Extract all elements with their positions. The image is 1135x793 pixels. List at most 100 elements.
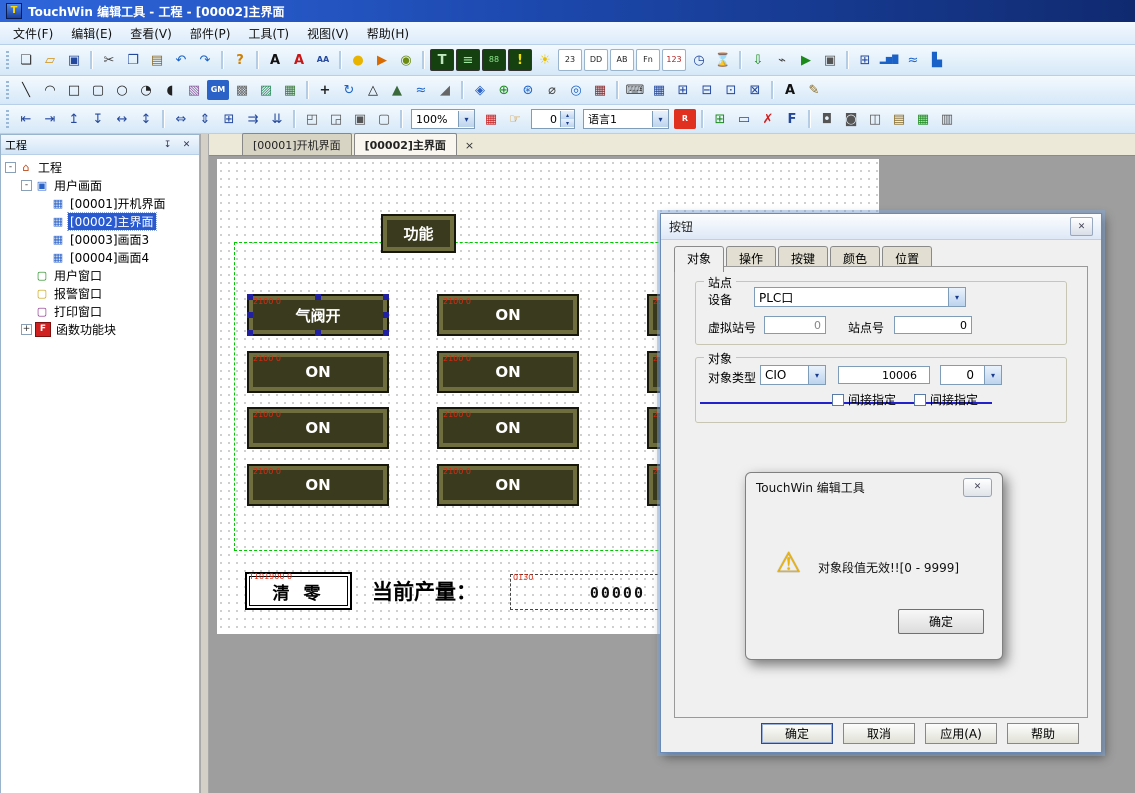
text-color-icon[interactable]: A — [288, 50, 310, 70]
close-icon[interactable]: ✕ — [1070, 217, 1093, 236]
align-left-icon[interactable]: ⇤ — [15, 109, 37, 129]
tree-item-project[interactable]: - ⌂ 工程 — [1, 158, 199, 176]
tree-item-alarm-window[interactable]: ▢ 报警窗口 — [1, 284, 199, 302]
selection-handle[interactable] — [247, 330, 253, 336]
same-width-icon[interactable]: ⇔ — [170, 109, 192, 129]
insert-table-icon[interactable]: ⊞ — [672, 80, 694, 100]
doc-tab-00001[interactable]: [00001]开机界面 — [242, 133, 352, 155]
align-right-icon[interactable]: ⇥ — [39, 109, 61, 129]
digital-display-icon[interactable]: 88 — [482, 49, 506, 71]
checkbox-icon[interactable] — [914, 394, 926, 406]
grid-toggle-icon[interactable]: ▥ — [936, 109, 958, 129]
message-box-title-bar[interactable]: TouchWin 编辑工具 ✕ — [746, 473, 1002, 501]
hand-tool-icon[interactable]: ☞ — [504, 109, 526, 129]
chevron-down-icon[interactable]: ▾ — [984, 366, 1001, 384]
data-grid-icon[interactable]: ▦ — [648, 80, 670, 100]
alarm-display-icon[interactable]: ! — [508, 49, 532, 71]
chevron-down-icon[interactable]: ▾ — [458, 111, 474, 127]
unlock-icon[interactable]: ◙ — [840, 109, 862, 129]
touch-key-icon[interactable]: ▶ — [371, 50, 393, 70]
object-type-select[interactable]: CIO ▾ — [760, 365, 826, 385]
function-key-icon[interactable]: Fn — [636, 49, 660, 71]
grid-color-icon[interactable]: ▦ — [480, 109, 502, 129]
hmi-button-clear[interactable]: T101900 0 清 零 — [245, 572, 352, 610]
dialog-ok-button[interactable]: 确定 — [761, 723, 833, 744]
menu-window[interactable]: 视图(V) — [298, 22, 358, 45]
gm-button-icon[interactable]: GM — [207, 80, 229, 100]
menu-view[interactable]: 查看(V) — [121, 22, 181, 45]
tree-item-screen-00003[interactable]: ▦ [00003]画面3 — [1, 230, 199, 248]
save-picture-icon[interactable]: ▤ — [888, 109, 910, 129]
add-screen-icon[interactable]: ⊞ — [709, 109, 731, 129]
hmi-button-on-2[interactable]: 2100 0 ON — [439, 296, 577, 334]
hmi-button-function[interactable]: 功能 — [383, 216, 454, 251]
toolbar-grip-icon[interactable] — [6, 110, 9, 128]
copy-icon[interactable]: ❐ — [122, 50, 144, 70]
arc-icon[interactable]: ◠ — [39, 80, 61, 100]
multi-font-icon[interactable]: AA — [312, 50, 334, 70]
message-ok-button[interactable]: 确定 — [898, 609, 984, 634]
dot-matrix-icon[interactable]: ▩ — [231, 80, 253, 100]
toolbar-grip-icon[interactable] — [6, 51, 9, 69]
indirect-checkbox-2[interactable]: 间接指定 — [914, 391, 978, 408]
new-window-icon[interactable]: ⊞ — [854, 50, 876, 70]
checkbox-icon[interactable] — [832, 394, 844, 406]
rotate-animation-icon[interactable]: ↻ — [338, 80, 360, 100]
doc-tab-00002[interactable]: [00002]主界面 — [354, 133, 457, 155]
object-sub-select[interactable]: 0 ▾ — [940, 365, 1002, 385]
hmi-button-on-5[interactable]: 2100 0 ON — [439, 353, 577, 391]
group-icon[interactable]: ▣ — [349, 109, 371, 129]
center-vertical-icon[interactable]: ↕ — [135, 109, 157, 129]
pin-icon[interactable]: ↧ — [159, 137, 176, 153]
tree-item-user-screens[interactable]: - ▣ 用户画面 — [1, 176, 199, 194]
rounded-rect-icon[interactable]: ▢ — [87, 80, 109, 100]
save-icon[interactable]: ▣ — [63, 50, 85, 70]
hmi-button-on-11[interactable]: 2100 0 ON — [439, 466, 577, 504]
tree-item-screen-00002[interactable]: ▦ [00002]主界面 — [1, 212, 199, 230]
redo-icon[interactable]: ↷ — [194, 50, 216, 70]
online-simulate-icon[interactable]: ▶ — [795, 50, 817, 70]
delete-icon[interactable]: ✗ — [757, 109, 779, 129]
wave-icon[interactable]: ≈ — [410, 80, 432, 100]
bar-chart-icon[interactable]: ▂▆█ — [878, 50, 900, 70]
dialog-tab-object[interactable]: 对象 — [674, 246, 724, 272]
align-bottom-icon[interactable]: ↧ — [87, 109, 109, 129]
dialog-help-button[interactable]: 帮助 — [1007, 723, 1079, 744]
line-icon[interactable]: ╲ — [15, 80, 37, 100]
ungroup-icon[interactable]: ▢ — [373, 109, 395, 129]
toolbar-grip-icon[interactable] — [6, 81, 9, 99]
send-back-icon[interactable]: ◲ — [325, 109, 347, 129]
tree-expander[interactable]: - — [21, 180, 32, 191]
keyboard-icon[interactable]: ⌨ — [624, 80, 646, 100]
tree-item-print-window[interactable]: ▢ 打印窗口 — [1, 302, 199, 320]
space-down-icon[interactable]: ⇊ — [266, 109, 288, 129]
split-cells-icon[interactable]: ⊠ — [744, 80, 766, 100]
virtual-station-input[interactable]: 0 — [764, 316, 826, 334]
slope-icon[interactable]: ◢ — [434, 80, 456, 100]
fill-pattern-icon[interactable]: ▧ — [183, 80, 205, 100]
zoom-area-icon[interactable]: ◎ — [565, 80, 587, 100]
download-icon[interactable]: ⇩ — [747, 50, 769, 70]
rect-icon[interactable]: □ — [63, 80, 85, 100]
bring-front-icon[interactable]: ◰ — [301, 109, 323, 129]
menu-tools[interactable]: 工具(T) — [239, 22, 298, 45]
column-chart-icon[interactable]: ▙ — [926, 50, 948, 70]
hmi-button-valve-open[interactable]: 2100 0 气阀开 — [249, 296, 387, 334]
new-file-icon[interactable]: ❏ — [15, 50, 37, 70]
hmi-button-on-7[interactable]: 2100 0 ON — [249, 409, 387, 447]
hmi-button-on-10[interactable]: 2100 0 ON — [249, 466, 387, 504]
trend-chart-icon[interactable]: ≈ — [902, 50, 924, 70]
merge-cells-icon[interactable]: ⊡ — [720, 80, 742, 100]
net-globe-icon[interactable]: ⊛ — [517, 80, 539, 100]
menu-file[interactable]: 文件(F) — [4, 22, 62, 45]
clock-icon[interactable]: ◷ — [688, 50, 710, 70]
close-icon[interactable]: ✕ — [178, 137, 195, 153]
menu-help[interactable]: 帮助(H) — [358, 22, 418, 45]
selection-handle[interactable] — [383, 312, 389, 318]
shield-icon[interactable]: ◈ — [469, 80, 491, 100]
chevron-down-icon[interactable]: ▾ — [652, 111, 668, 127]
hmi-button-on-8[interactable]: 2100 0 ON — [439, 409, 577, 447]
selection-handle[interactable] — [383, 294, 389, 300]
schedule-icon[interactable]: ▦ — [912, 109, 934, 129]
tree-expander[interactable]: - — [5, 162, 16, 173]
